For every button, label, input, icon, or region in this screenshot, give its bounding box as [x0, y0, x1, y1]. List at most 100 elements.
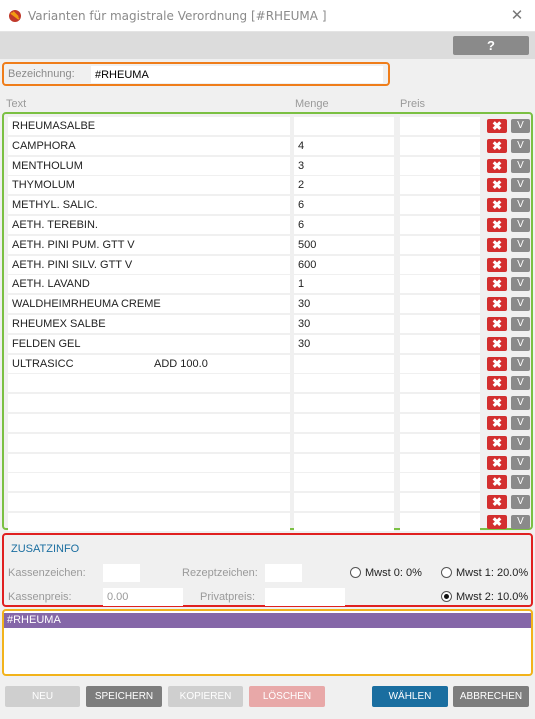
loeschen-button[interactable]: LÖSCHEN [249, 686, 325, 707]
kassenzeichen-input[interactable] [103, 564, 140, 582]
cell-menge[interactable]: 3 [294, 156, 394, 175]
v-button[interactable]: V [511, 455, 530, 470]
cell-preis[interactable] [400, 374, 480, 393]
v-button[interactable]: V [511, 277, 530, 292]
delete-row-icon[interactable]: ✖ [487, 277, 507, 292]
rezeptzeichen-input[interactable] [265, 564, 302, 582]
privatpreis-input[interactable] [265, 588, 345, 606]
v-button[interactable]: V [511, 158, 530, 173]
cell-preis[interactable] [400, 117, 480, 135]
cell-text[interactable]: AETH. PINI PUM. GTT V [8, 235, 290, 254]
cell-menge[interactable]: 30 [294, 295, 394, 314]
cell-menge[interactable] [294, 453, 394, 472]
cell-text[interactable]: CAMPHORA [8, 136, 290, 155]
delete-row-icon[interactable]: ✖ [487, 435, 507, 450]
cell-menge[interactable]: 6 [294, 196, 394, 215]
cell-preis[interactable] [400, 295, 480, 314]
bezeichnung-input[interactable] [91, 66, 383, 83]
delete-row-icon[interactable]: ✖ [487, 218, 507, 232]
cell-menge[interactable]: 6 [294, 216, 394, 234]
cell-text[interactable]: ULTRASICC ADD 100.0 [8, 354, 290, 373]
v-button[interactable]: V [511, 416, 530, 430]
cell-text[interactable] [8, 414, 290, 432]
v-button[interactable]: V [511, 178, 530, 193]
cell-preis[interactable] [400, 275, 480, 294]
cell-preis[interactable] [400, 176, 480, 195]
delete-row-icon[interactable]: ✖ [487, 178, 507, 193]
delete-row-icon[interactable]: ✖ [487, 237, 507, 252]
cell-text[interactable] [8, 473, 290, 492]
cell-text[interactable]: RHEUMASALBE [8, 117, 290, 135]
delete-row-icon[interactable]: ✖ [487, 297, 507, 312]
v-button[interactable]: V [511, 317, 530, 331]
cell-preis[interactable] [400, 255, 480, 274]
cell-preis[interactable] [400, 433, 480, 452]
delete-row-icon[interactable]: ✖ [487, 119, 507, 133]
v-button[interactable]: V [511, 515, 530, 529]
cell-menge[interactable]: 4 [294, 136, 394, 155]
cell-preis[interactable] [400, 513, 480, 531]
cell-text[interactable] [8, 453, 290, 472]
cell-menge[interactable] [294, 117, 394, 135]
v-button[interactable]: V [511, 336, 530, 351]
cell-menge[interactable]: 30 [294, 334, 394, 353]
v-button[interactable]: V [511, 435, 530, 450]
cell-menge[interactable] [294, 394, 394, 413]
v-button[interactable]: V [511, 396, 530, 411]
cell-text[interactable]: FELDEN GEL [8, 334, 290, 353]
v-button[interactable]: V [511, 138, 530, 153]
v-button[interactable]: V [511, 376, 530, 391]
cell-text[interactable]: MENTHOLUM [8, 156, 290, 175]
note-body[interactable] [7, 631, 527, 671]
cell-text[interactable] [8, 374, 290, 393]
cell-text[interactable]: THYMOLUM [8, 176, 290, 195]
delete-row-icon[interactable]: ✖ [487, 336, 507, 351]
cell-preis[interactable] [400, 216, 480, 234]
delete-row-icon[interactable]: ✖ [487, 317, 507, 331]
cell-menge[interactable] [294, 473, 394, 492]
mwst-1-radio[interactable]: Mwst 1: 20.0% [441, 567, 528, 579]
cell-menge[interactable]: 30 [294, 315, 394, 333]
cell-menge[interactable]: 500 [294, 235, 394, 254]
v-button[interactable]: V [511, 475, 530, 490]
delete-row-icon[interactable]: ✖ [487, 416, 507, 430]
v-button[interactable]: V [511, 356, 530, 371]
v-button[interactable]: V [511, 297, 530, 312]
cell-preis[interactable] [400, 354, 480, 373]
cell-text[interactable]: RHEUMEX SALBE [8, 315, 290, 333]
waehlen-button[interactable]: WÄHLEN [372, 686, 448, 707]
help-button[interactable]: ? [453, 36, 529, 55]
cell-text[interactable]: METHYL. SALIC. [8, 196, 290, 215]
v-button[interactable]: V [511, 237, 530, 252]
delete-row-icon[interactable]: ✖ [487, 158, 507, 173]
cell-preis[interactable] [400, 473, 480, 492]
cell-text[interactable] [8, 394, 290, 413]
cell-menge[interactable] [294, 493, 394, 512]
cell-menge[interactable] [294, 513, 394, 531]
mwst-2-radio[interactable]: Mwst 2: 10.0% [441, 591, 528, 603]
cell-text[interactable]: AETH. PINI SILV. GTT V [8, 255, 290, 274]
delete-row-icon[interactable]: ✖ [487, 455, 507, 470]
speichern-button[interactable]: SPEICHERN [86, 686, 162, 707]
cell-menge[interactable] [294, 433, 394, 452]
delete-row-icon[interactable]: ✖ [487, 198, 507, 213]
delete-row-icon[interactable]: ✖ [487, 376, 507, 391]
cell-text[interactable]: WALDHEIMRHEUMA CREME [8, 295, 290, 314]
cell-text[interactable] [8, 513, 290, 531]
cell-preis[interactable] [400, 493, 480, 512]
v-button[interactable]: V [511, 495, 530, 510]
cell-preis[interactable] [400, 156, 480, 175]
delete-row-icon[interactable]: ✖ [487, 495, 507, 510]
cell-preis[interactable] [400, 414, 480, 432]
kopieren-button[interactable]: KOPIEREN [168, 686, 243, 707]
cell-menge[interactable]: 600 [294, 255, 394, 274]
delete-row-icon[interactable]: ✖ [487, 515, 507, 529]
cell-text[interactable] [8, 493, 290, 512]
abbrechen-button[interactable]: ABBRECHEN [453, 686, 529, 707]
v-button[interactable]: V [511, 198, 530, 213]
cell-menge[interactable] [294, 414, 394, 432]
neu-button[interactable]: NEU [5, 686, 80, 707]
delete-row-icon[interactable]: ✖ [487, 396, 507, 411]
kassenpreis-input[interactable] [103, 588, 183, 606]
cell-menge[interactable]: 1 [294, 275, 394, 294]
